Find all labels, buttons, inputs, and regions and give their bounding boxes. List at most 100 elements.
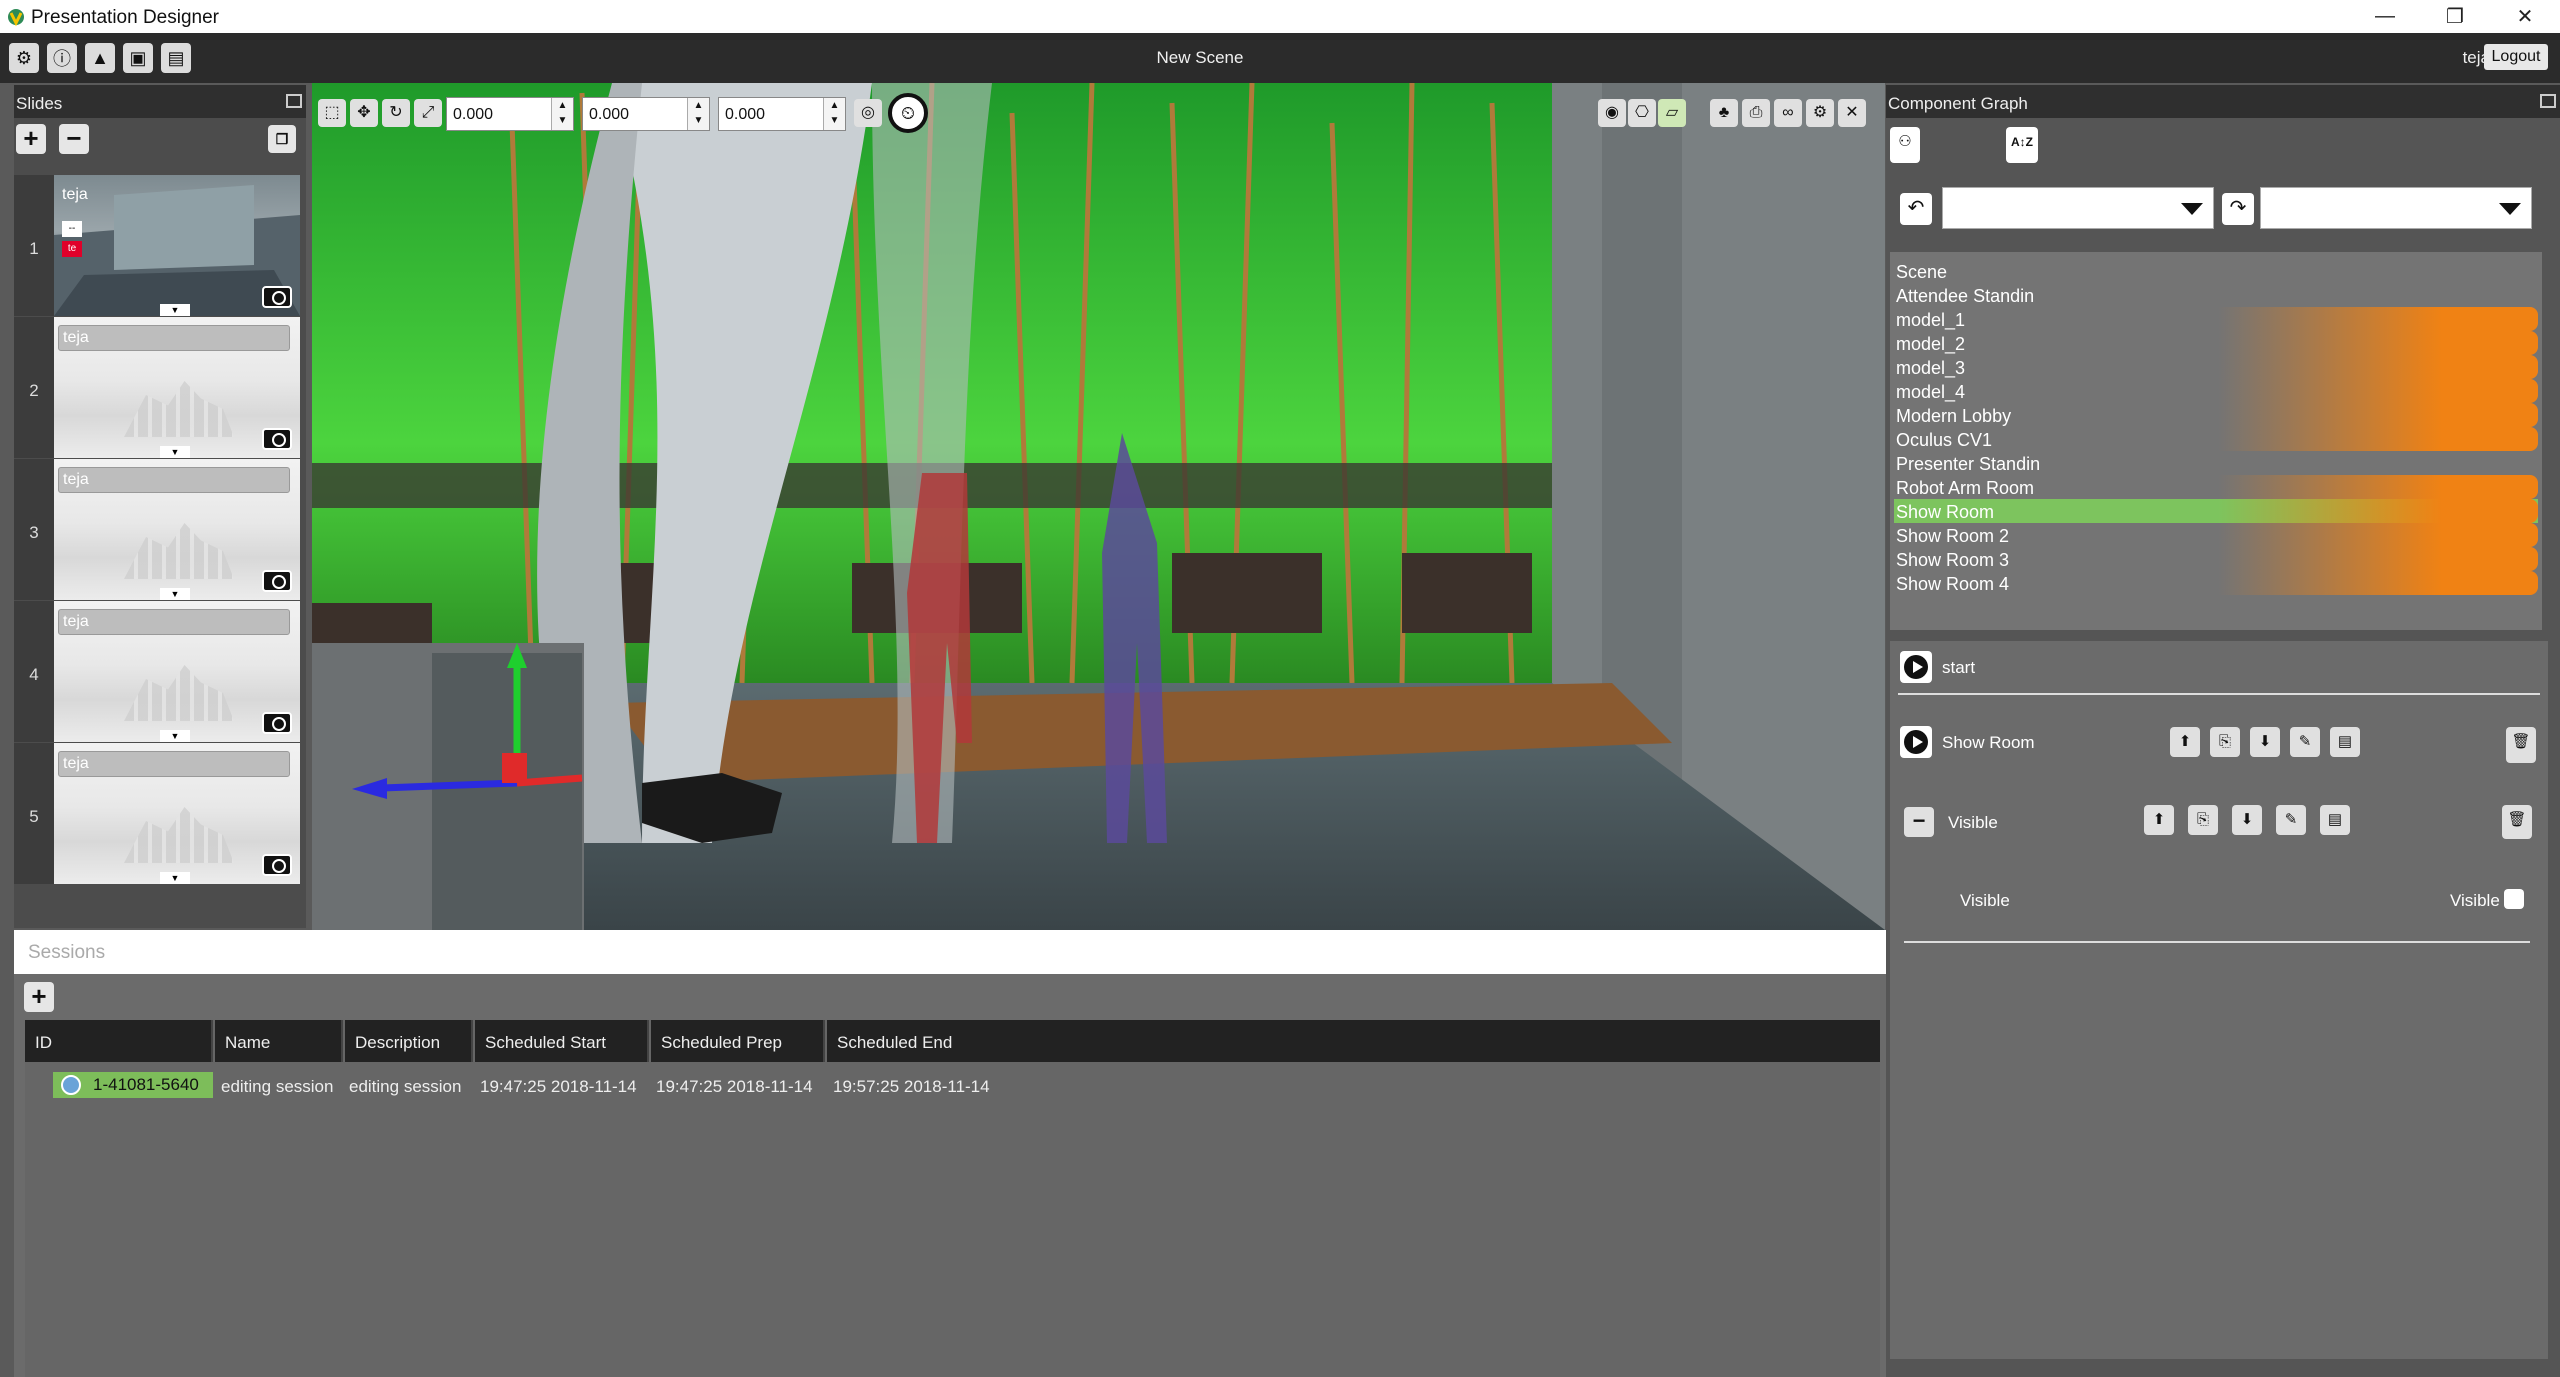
slide-item[interactable]: 2 teja ▼ xyxy=(14,317,300,458)
add-session-button[interactable]: + xyxy=(24,982,54,1012)
chevron-down-icon[interactable]: ▼ xyxy=(160,446,190,458)
component-tree-item[interactable]: Oculus CV1 xyxy=(1894,427,2538,451)
settings-icon[interactable]: ⚙ xyxy=(1806,99,1834,127)
vr-goggles-icon[interactable]: ∞ xyxy=(1774,99,1802,127)
column-header-scheduled-end[interactable]: Scheduled End xyxy=(827,1020,1880,1062)
z-spinner-arrows[interactable]: ▲ ▼ xyxy=(823,98,845,130)
close-icon[interactable]: ✕ xyxy=(1838,99,1866,127)
chevron-down-icon[interactable]: ▼ xyxy=(160,588,190,600)
component-tree-item[interactable]: Modern Lobby xyxy=(1894,403,2538,427)
undo-history-select[interactable] xyxy=(1942,187,2214,229)
visible-checkbox[interactable] xyxy=(2504,889,2524,909)
slide-label[interactable]: teja xyxy=(58,751,290,777)
chevron-down-icon[interactable]: ▼ xyxy=(160,304,190,316)
component-tree-item[interactable]: Presenter Standin xyxy=(1894,451,2538,475)
column-header-id[interactable]: ID xyxy=(25,1020,213,1062)
sort-az-button[interactable]: A↕Z xyxy=(2006,127,2038,163)
redo-icon[interactable]: ↷ xyxy=(2222,193,2254,225)
close-window-button[interactable]: ✕ xyxy=(2490,0,2560,33)
rotate-tool-icon[interactable]: ↻ xyxy=(382,99,410,127)
trash-icon[interactable]: 🗑 xyxy=(2506,727,2536,763)
insert-above-icon[interactable]: ⬆ xyxy=(2170,727,2200,757)
play-show-room-button[interactable] xyxy=(1900,726,1932,758)
headset-icon[interactable]: ⎔ xyxy=(1628,99,1656,127)
component-tree-item[interactable]: Robot Arm Room xyxy=(1894,475,2538,499)
slide-label[interactable]: teja xyxy=(58,609,290,635)
y-spinner-arrows[interactable]: ▲ ▼ xyxy=(687,98,709,130)
move-tool-icon[interactable]: ✥ xyxy=(350,99,378,127)
paste-action-icon[interactable]: ▤ xyxy=(2320,805,2350,835)
remove-slide-button[interactable]: − xyxy=(59,124,89,154)
undock-icon[interactable] xyxy=(2540,94,2556,108)
component-tree-item[interactable]: Attendee Standin xyxy=(1894,283,2538,307)
camera-icon[interactable] xyxy=(262,712,292,734)
column-header-description[interactable]: Description xyxy=(345,1020,473,1062)
x-value-field[interactable]: 0.000 ▲ ▼ xyxy=(446,97,574,131)
x-spinner-arrows[interactable]: ▲ ▼ xyxy=(551,98,573,130)
y-value-field[interactable]: 0.000 ▲ ▼ xyxy=(582,97,710,131)
gauge-icon[interactable]: ⏲ xyxy=(888,93,928,133)
slide-item[interactable]: 4 teja ▼ xyxy=(14,601,300,742)
component-tree-item[interactable]: model_1 xyxy=(1894,307,2538,331)
component-tree-item[interactable]: Show Room 4 xyxy=(1894,571,2538,595)
grid-floor-icon[interactable]: ▱ xyxy=(1658,99,1686,127)
logout-button[interactable]: Logout xyxy=(2484,44,2548,70)
collapse-button[interactable]: − xyxy=(1904,807,1934,837)
restore-button[interactable]: ❐ xyxy=(2420,0,2490,33)
column-header-name[interactable]: Name xyxy=(215,1020,343,1062)
insert-below-icon[interactable]: ⬇ xyxy=(2232,805,2262,835)
component-tree-item[interactable]: Show Room 2 xyxy=(1894,523,2538,547)
start-label: start xyxy=(1942,658,1976,677)
play-start-button[interactable] xyxy=(1900,651,1932,683)
divider xyxy=(1904,941,2530,943)
scene-viewport[interactable]: ⬚ ✥ ↻ ⤢ 0.000 ▲ ▼ 0.000 ▲ ▼ 0.000 ▲ ▼ ◎ ⏲ ◉… xyxy=(312,83,1885,930)
component-tree-item[interactable]: model_2 xyxy=(1894,331,2538,355)
camera-view-icon[interactable]: ◉ xyxy=(1598,99,1626,127)
chevron-down-icon[interactable]: ▼ xyxy=(160,730,190,742)
slide-number: 4 xyxy=(14,601,54,742)
camera-icon[interactable] xyxy=(262,854,292,876)
slide-item[interactable]: 3 teja ▼ xyxy=(14,459,300,600)
undock-icon[interactable] xyxy=(286,94,302,108)
lock-camera-icon[interactable]: ⎙ xyxy=(1742,99,1770,127)
column-header-scheduled-prep[interactable]: Scheduled Prep xyxy=(651,1020,825,1062)
camera-icon[interactable] xyxy=(262,286,292,308)
redo-history-select[interactable] xyxy=(2260,187,2532,229)
select-tool-icon[interactable]: ⬚ xyxy=(318,99,346,127)
insert-above-icon[interactable]: ⬆ xyxy=(2144,805,2174,835)
add-slide-button[interactable]: + xyxy=(16,124,46,154)
undo-icon[interactable]: ↶ xyxy=(1900,193,1932,225)
copy-action-icon[interactable]: ⎘ xyxy=(2210,727,2240,757)
chevron-down-icon[interactable]: ▼ xyxy=(160,872,190,884)
slide-label[interactable]: teja xyxy=(58,325,290,351)
slide-label[interactable]: teja xyxy=(58,183,290,209)
edit-action-icon[interactable]: ✎ xyxy=(2276,805,2306,835)
copy-slide-icon[interactable]: ❐ xyxy=(268,125,296,153)
column-header-scheduled-start[interactable]: Scheduled Start xyxy=(475,1020,649,1062)
component-tree-item[interactable]: Show Room xyxy=(1894,499,2538,523)
minimize-button[interactable]: — xyxy=(2350,0,2420,33)
slide-label[interactable]: teja xyxy=(58,467,290,493)
paste-action-icon[interactable]: ▤ xyxy=(2330,727,2360,757)
edit-action-icon[interactable]: ✎ xyxy=(2290,727,2320,757)
tree-icon[interactable]: ♣ xyxy=(1710,99,1738,127)
main-toolbar: ⚙ ⓘ ▲ ▣ ▤ New Scene teja Logout xyxy=(0,33,2560,83)
component-tree-item[interactable]: model_3 xyxy=(1894,355,2538,379)
component-tree-item[interactable]: Show Room 3 xyxy=(1894,547,2538,571)
scale-tool-icon[interactable]: ⤢ xyxy=(414,99,442,127)
session-radio[interactable] xyxy=(61,1075,81,1095)
world-axis-icon[interactable]: ◎ xyxy=(854,99,882,127)
trash-icon[interactable]: 🗑 xyxy=(2502,805,2532,839)
insert-below-icon[interactable]: ⬇ xyxy=(2250,727,2280,757)
component-tree-item-label: Modern Lobby xyxy=(1896,406,2012,426)
component-tree-item[interactable]: model_4 xyxy=(1894,379,2538,403)
hierarchy-icon[interactable]: ⚇ xyxy=(1890,127,1920,163)
copy-action-icon[interactable]: ⎘ xyxy=(2188,805,2218,835)
slide-item[interactable]: 5 teja ▼ xyxy=(14,743,300,884)
z-value-field[interactable]: 0.000 ▲ ▼ xyxy=(718,97,846,131)
session-id-cell[interactable]: 1-41081-5640 xyxy=(53,1072,213,1098)
component-tree-item[interactable]: Scene xyxy=(1894,259,2538,283)
slide-item[interactable]: 1 teja -- te ▼ xyxy=(14,175,300,316)
camera-icon[interactable] xyxy=(262,570,292,592)
camera-icon[interactable] xyxy=(262,428,292,450)
